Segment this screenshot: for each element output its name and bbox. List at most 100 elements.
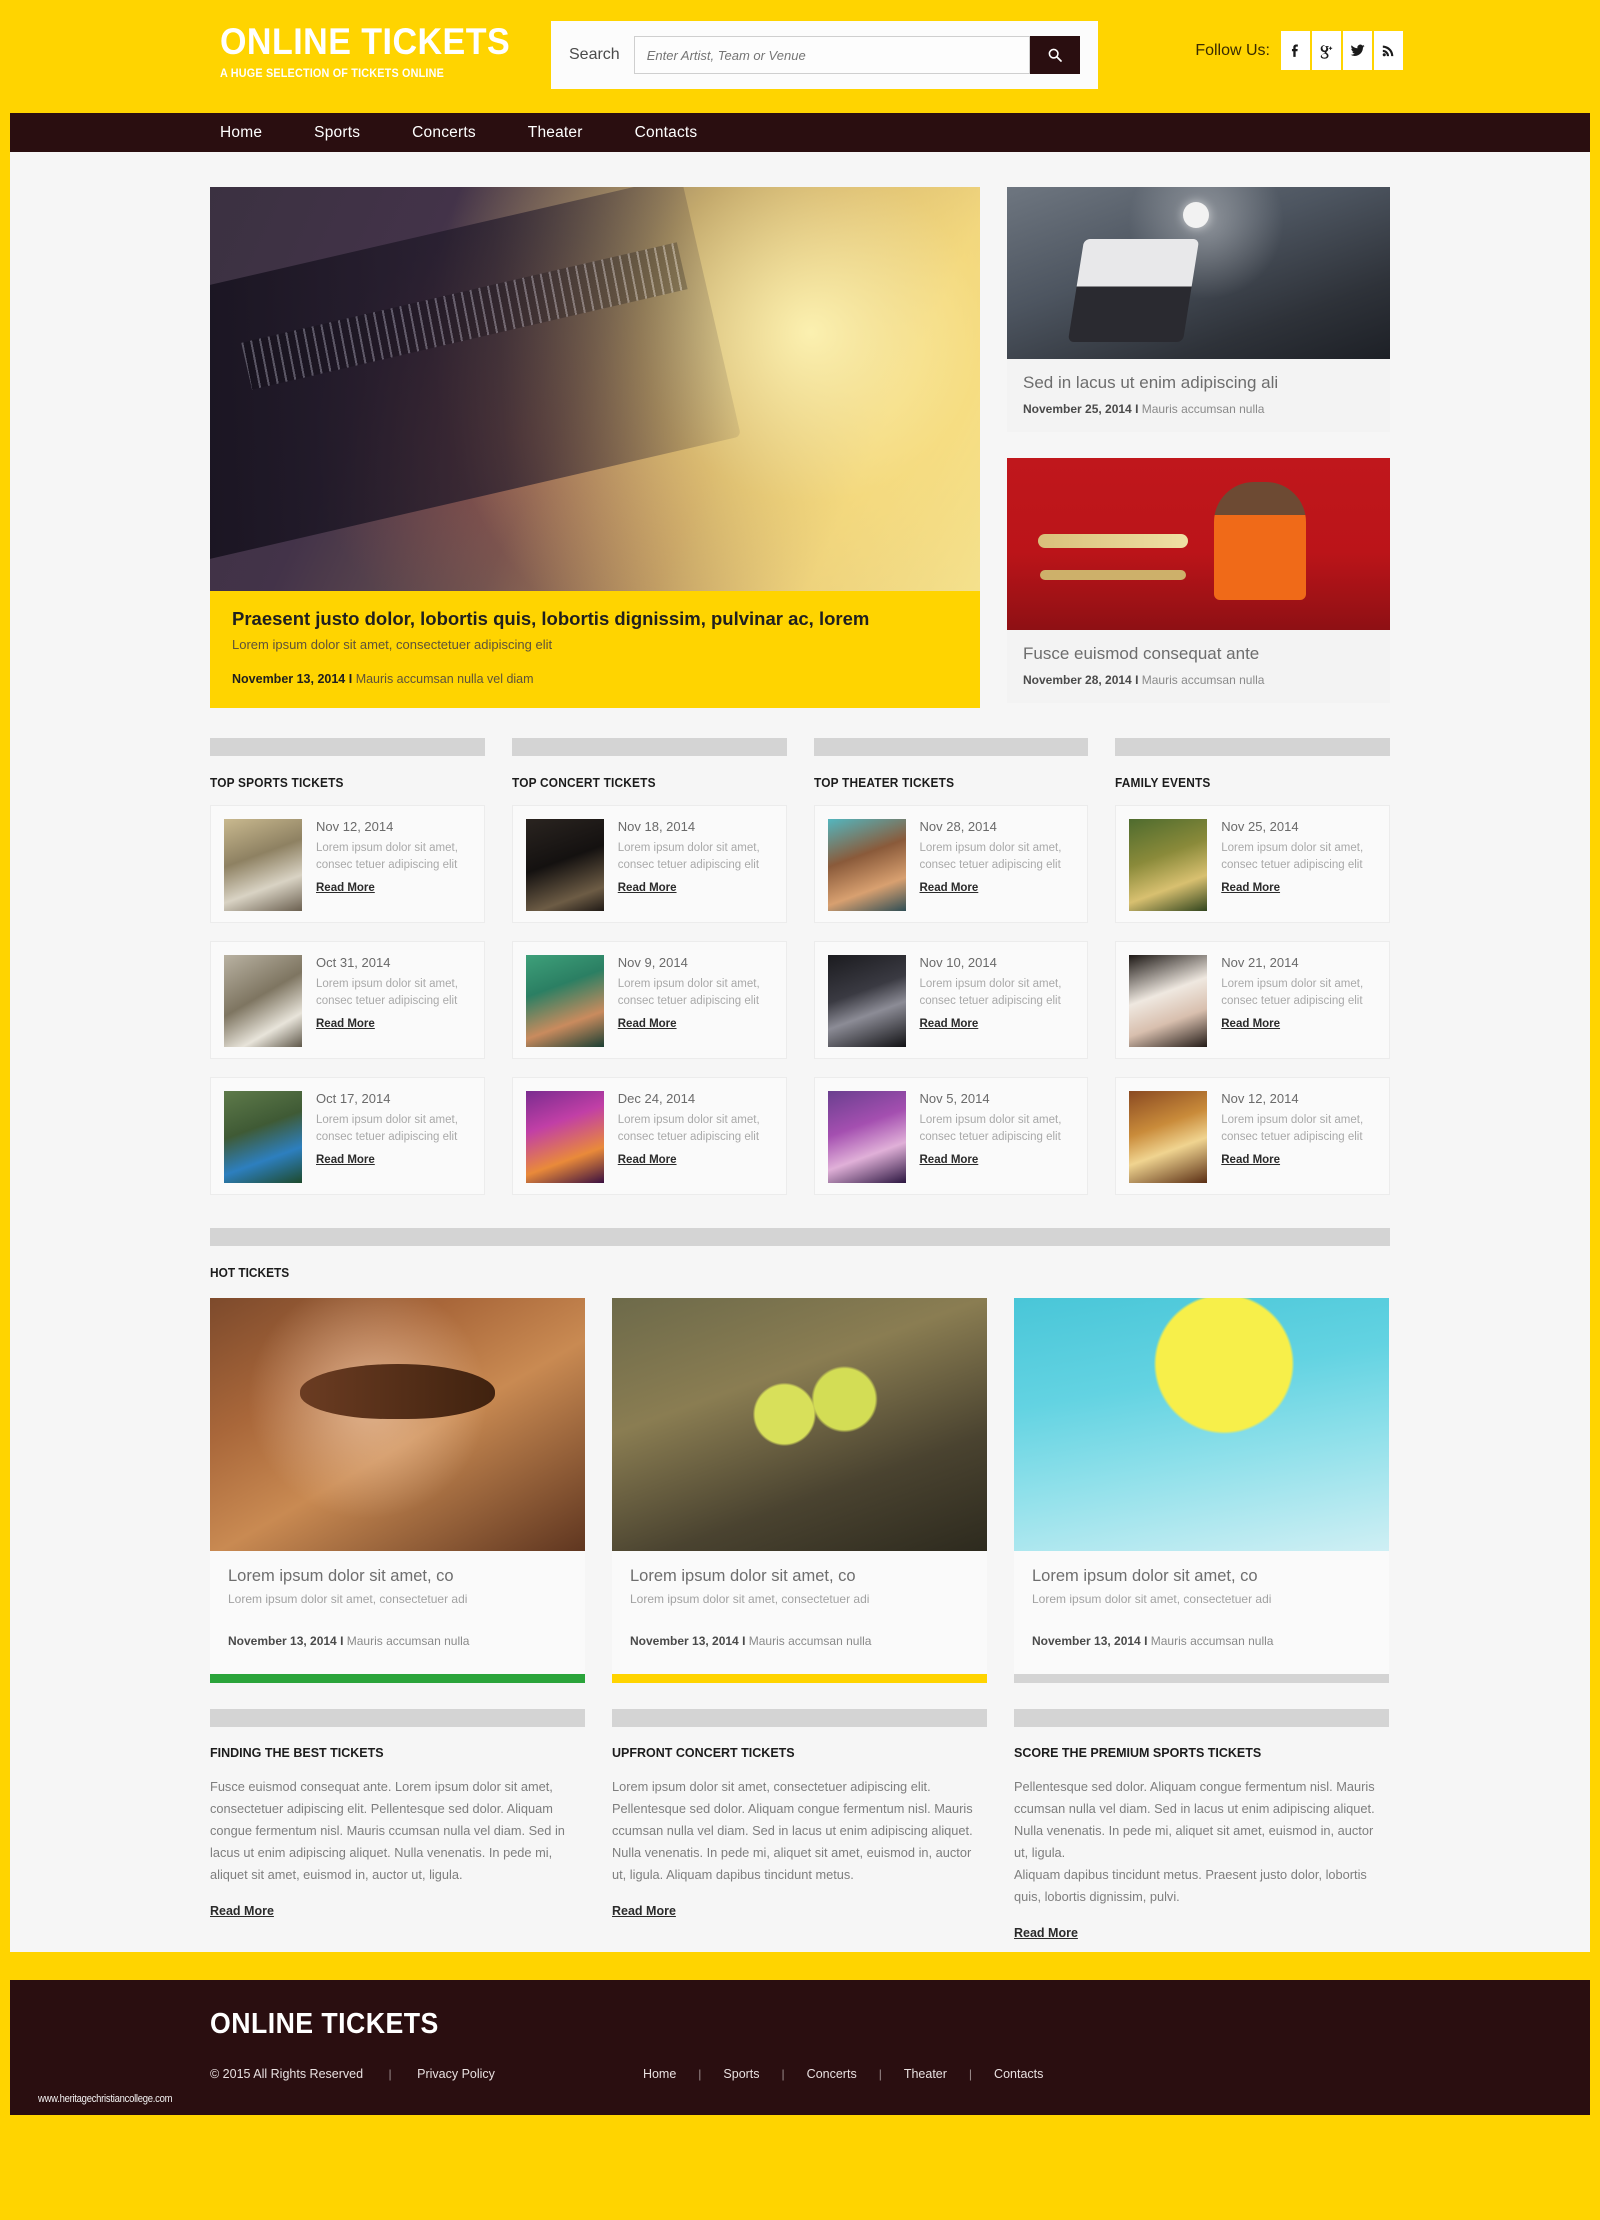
facebook-link[interactable] xyxy=(1281,31,1310,70)
twitter-icon xyxy=(1350,44,1365,56)
read-more-link[interactable]: Read More xyxy=(1221,1018,1280,1030)
social-links xyxy=(1281,31,1403,70)
footer-nav-home[interactable]: Home xyxy=(643,2067,676,2081)
side-card-meta: November 28, 2014 I Mauris accumsan null… xyxy=(1023,673,1374,687)
hot-card-rule xyxy=(210,1674,585,1684)
footer-nav-sports[interactable]: Sports xyxy=(723,2067,759,2081)
rss-link[interactable] xyxy=(1374,31,1403,70)
hot-card-title: Lorem ipsum dolor sit amet, co xyxy=(228,1567,454,1586)
item-description: Lorem ipsum dolor sit amet, consec tetue… xyxy=(1221,842,1364,872)
read-more-link[interactable]: Read More xyxy=(316,1154,375,1166)
thumbnail-soccer-player xyxy=(224,1091,302,1184)
text-column-heading: FINDING THE BEST TICKETS xyxy=(210,1746,384,1761)
read-more-link[interactable]: Read More xyxy=(618,1018,677,1030)
item-date: Nov 12, 2014 xyxy=(316,819,394,835)
hot-card-description: Lorem ipsum dolor sit amet, consectetuer… xyxy=(630,1592,870,1607)
hot-card[interactable]: Lorem ipsum dolor sit amet, co Lorem ips… xyxy=(210,1298,585,1684)
text-section-bar xyxy=(1014,1709,1389,1728)
hot-card-meta: November 13, 2014 I Mauris accumsan null… xyxy=(228,1634,567,1648)
read-more-link[interactable]: Read More xyxy=(920,882,979,894)
site-header: ONLINE TICKETS A HUGE SELECTION OF TICKE… xyxy=(10,0,1590,113)
google-plus-link[interactable] xyxy=(1312,31,1341,70)
search-button[interactable] xyxy=(1030,36,1080,74)
hot-card-rule xyxy=(1014,1674,1389,1684)
brand[interactable]: ONLINE TICKETS A HUGE SELECTION OF TICKE… xyxy=(220,23,535,80)
text-columns: FINDING THE BEST TICKETS Fusce euismod c… xyxy=(210,1746,1390,1942)
hero-caption: Praesent justo dolor, lobortis quis, lob… xyxy=(210,591,980,709)
item-description: Lorem ipsum dolor sit amet, consec tetue… xyxy=(617,978,760,1008)
list-item[interactable]: Oct 31, 2014 Lorem ipsum dolor sit amet,… xyxy=(210,941,485,1060)
hero-feature[interactable]: Praesent justo dolor, lobortis quis, lob… xyxy=(210,187,980,709)
list-item[interactable]: Nov 25, 2014 Lorem ipsum dolor sit amet,… xyxy=(1115,805,1390,924)
hero-meta: November 13, 2014 I Mauris accumsan null… xyxy=(232,672,958,686)
thumbnail-masquerade-woman xyxy=(827,819,906,912)
list-item[interactable]: Nov 5, 2014 Lorem ipsum dolor sit amet, … xyxy=(813,1077,1089,1196)
hot-card[interactable]: Lorem ipsum dolor sit amet, co Lorem ips… xyxy=(1014,1298,1389,1684)
nav-item-theater[interactable]: Theater xyxy=(528,124,583,142)
list-item[interactable]: Nov 9, 2014 Lorem ipsum dolor sit amet, … xyxy=(511,941,787,1060)
read-more-link[interactable]: Read More xyxy=(1221,882,1280,894)
privacy-policy-link[interactable]: Privacy Policy xyxy=(417,2067,495,2081)
hot-image-tennis xyxy=(612,1298,987,1552)
item-date: Oct 17, 2014 xyxy=(316,1091,391,1107)
nav-item-concerts[interactable]: Concerts xyxy=(412,124,476,142)
list-item[interactable]: Nov 12, 2014 Lorem ipsum dolor sit amet,… xyxy=(1115,1077,1390,1196)
read-more-link[interactable]: Read More xyxy=(612,1904,676,1918)
side-card[interactable]: Sed in lacus ut enim adipiscing ali Nove… xyxy=(1007,187,1390,432)
list-item[interactable]: Nov 18, 2014 Lorem ipsum dolor sit amet,… xyxy=(511,805,787,924)
twitter-link[interactable] xyxy=(1343,31,1372,70)
hot-card-author: Mauris accumsan nulla xyxy=(745,1634,872,1649)
footer-copyright: © 2015 All Rights Reserved | Privacy Pol… xyxy=(210,2067,495,2081)
hot-image-masquerade xyxy=(210,1298,585,1552)
item-description: Lorem ipsum dolor sit amet, consec tetue… xyxy=(316,1114,458,1144)
text-column-body: Fusce euismod consequat ante. Lorem ipsu… xyxy=(210,1779,565,1883)
read-more-link[interactable]: Read More xyxy=(1014,1926,1078,1940)
item-description: Lorem ipsum dolor sit amet, consec tetue… xyxy=(316,978,458,1008)
item-description: Lorem ipsum dolor sit amet, consec tetue… xyxy=(1221,978,1364,1008)
google-plus-icon xyxy=(1320,45,1333,59)
hero-author: Mauris accumsan nulla vel diam xyxy=(352,672,534,687)
read-more-link[interactable]: Read More xyxy=(618,882,677,894)
item-date: Nov 21, 2014 xyxy=(1221,955,1299,971)
side-image-soccer xyxy=(1007,187,1390,359)
watermark: www.heritagechristiancollege.com xyxy=(38,2093,173,2106)
thumbnail-beer-festival xyxy=(1129,819,1208,912)
list-item[interactable]: Oct 17, 2014 Lorem ipsum dolor sit amet,… xyxy=(210,1077,485,1196)
hot-card[interactable]: Lorem ipsum dolor sit amet, co Lorem ips… xyxy=(612,1298,987,1684)
list-item[interactable]: Dec 24, 2014 Lorem ipsum dolor sit amet,… xyxy=(511,1077,787,1196)
side-card[interactable]: Fusce euismod consequat ante November 28… xyxy=(1007,458,1390,703)
read-more-link[interactable]: Read More xyxy=(316,1018,375,1030)
footer-nav-theater[interactable]: Theater xyxy=(904,2067,947,2081)
nav-item-sports[interactable]: Sports xyxy=(314,124,360,142)
thumbnail-performer-stage xyxy=(827,1091,906,1184)
hot-card-author: Mauris accumsan nulla xyxy=(1147,1634,1274,1649)
side-card-meta: November 25, 2014 I Mauris accumsan null… xyxy=(1023,402,1374,416)
footer-nav-concerts[interactable]: Concerts xyxy=(807,2067,857,2081)
hot-card-title: Lorem ipsum dolor sit amet, co xyxy=(1032,1567,1258,1586)
nav-item-home[interactable]: Home xyxy=(220,124,262,142)
search-input[interactable] xyxy=(633,36,1030,74)
hot-tickets-heading: HOT TICKETS xyxy=(210,1266,290,1281)
list-item[interactable]: Nov 28, 2014 Lorem ipsum dolor sit amet,… xyxy=(813,805,1089,924)
text-column-heading: SCORE THE PREMIUM SPORTS TICKETS xyxy=(1014,1746,1262,1761)
list-item[interactable]: Nov 21, 2014 Lorem ipsum dolor sit amet,… xyxy=(1115,941,1390,1060)
read-more-link[interactable]: Read More xyxy=(316,882,375,894)
side-card-author: Mauris accumsan nulla xyxy=(1138,402,1265,416)
read-more-link[interactable]: Read More xyxy=(618,1154,677,1166)
side-card-date: November 25, 2014 I xyxy=(1023,402,1139,416)
ticket-column-family: Nov 25, 2014 Lorem ipsum dolor sit amet,… xyxy=(1115,805,1390,1196)
hero-date: November 13, 2014 I xyxy=(232,672,353,687)
footer-nav-contacts[interactable]: Contacts xyxy=(994,2067,1043,2081)
hero-image-guitar xyxy=(210,187,980,591)
read-more-link[interactable]: Read More xyxy=(1221,1154,1280,1166)
section-heading-theater: TOP THEATER TICKETS xyxy=(813,776,954,791)
hot-tickets-grid: Lorem ipsum dolor sit amet, co Lorem ips… xyxy=(210,1298,1390,1684)
read-more-link[interactable]: Read More xyxy=(920,1018,979,1030)
nav-item-contacts[interactable]: Contacts xyxy=(635,124,698,142)
list-item[interactable]: Nov 12, 2014 Lorem ipsum dolor sit amet,… xyxy=(210,805,485,924)
read-more-link[interactable]: Read More xyxy=(210,1904,274,1918)
read-more-link[interactable]: Read More xyxy=(920,1154,979,1166)
list-item[interactable]: Nov 10, 2014 Lorem ipsum dolor sit amet,… xyxy=(813,941,1089,1060)
text-column-heading: UPFRONT CONCERT TICKETS xyxy=(612,1746,795,1761)
footer-separator: | xyxy=(878,2067,882,2082)
